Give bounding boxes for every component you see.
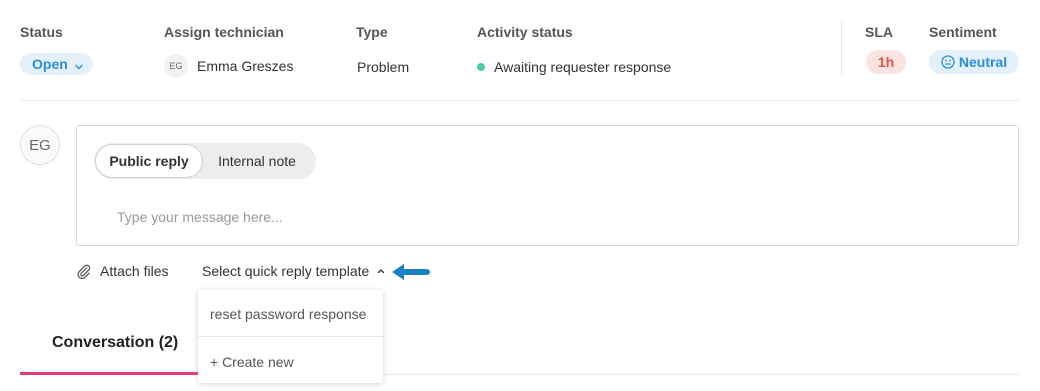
quick-reply-template-label: Select quick reply template xyxy=(202,263,370,279)
message-input[interactable] xyxy=(117,206,997,228)
tab-conversation-underline xyxy=(20,372,198,375)
status-dropdown[interactable]: Open xyxy=(20,53,93,75)
activity-status-value: Awaiting requester response xyxy=(494,59,672,75)
paperclip-icon xyxy=(77,264,91,279)
tab-public-reply[interactable]: Public reply xyxy=(96,145,202,177)
type-label: Type xyxy=(356,24,388,40)
technician-selector[interactable]: EG Emma Greszes xyxy=(164,54,294,78)
attach-files-button[interactable]: Attach files xyxy=(77,263,168,279)
sentiment-value: Neutral xyxy=(958,54,1008,70)
quick-reply-template-dropdown[interactable]: Select quick reply template xyxy=(202,263,386,279)
template-menu-divider xyxy=(198,336,383,337)
reply-composer: Public reply Internal note xyxy=(76,125,1019,246)
chevron-up-icon xyxy=(378,269,385,274)
neutral-face-icon xyxy=(941,55,955,69)
tab-conversation[interactable]: Conversation (2) xyxy=(52,334,178,352)
header-divider xyxy=(20,100,1019,101)
tabs-bottom-border xyxy=(383,374,1019,375)
technician-avatar: EG xyxy=(164,54,188,78)
activity-status[interactable]: Awaiting requester response xyxy=(477,59,671,75)
technician-name: Emma Greszes xyxy=(197,58,294,74)
arrow-left-icon xyxy=(392,264,430,280)
activity-status-dot xyxy=(477,63,485,71)
chevron-down-icon xyxy=(74,59,84,70)
attach-files-label: Attach files xyxy=(100,263,169,279)
header-vertical-divider xyxy=(841,20,842,75)
template-menu-item-reset-password[interactable]: reset password response xyxy=(210,306,366,322)
quick-reply-template-menu: reset password response + Create new xyxy=(198,290,383,383)
user-avatar: EG xyxy=(20,125,60,165)
type-value[interactable]: Problem xyxy=(357,59,409,75)
sentiment-badge[interactable]: Neutral xyxy=(929,50,1019,74)
activity-status-label: Activity status xyxy=(477,24,573,40)
reply-type-toggle: Public reply Internal note xyxy=(94,143,316,179)
status-label: Status xyxy=(20,24,63,40)
sla-label: SLA xyxy=(865,24,893,40)
status-value: Open xyxy=(32,56,68,72)
tab-internal-note[interactable]: Internal note xyxy=(202,145,312,177)
sentiment-label: Sentiment xyxy=(929,24,997,40)
assign-technician-label: Assign technician xyxy=(164,24,284,40)
sla-badge: 1h xyxy=(866,50,906,74)
template-menu-item-create-new[interactable]: + Create new xyxy=(210,354,294,370)
